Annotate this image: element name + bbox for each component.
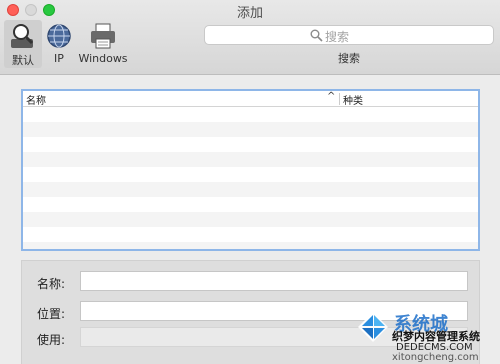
column-divider[interactable] [339, 93, 340, 105]
name-label: 名称: [37, 277, 66, 291]
toolbar-default-label: 默认 [12, 54, 34, 67]
watermark: 系统城 织梦内容管理系统 DEDECMS.COM xitongcheng.com [352, 304, 500, 364]
list-header: 名称 ^ 种类 [23, 91, 478, 107]
list-row[interactable] [23, 227, 478, 242]
list-row[interactable] [23, 152, 478, 167]
search-icon [310, 29, 323, 42]
watermark-url: xitongcheng.com [392, 352, 479, 363]
search-placeholder: 搜索 [325, 30, 350, 44]
list-row[interactable] [23, 122, 478, 137]
globe-icon [47, 24, 71, 48]
list-row[interactable] [23, 167, 478, 182]
search-input[interactable]: 搜索 [204, 25, 494, 45]
location-label: 位置: [37, 307, 66, 321]
list-row[interactable] [23, 197, 478, 212]
search-label: 搜索 [338, 52, 360, 65]
printer-icon [91, 23, 115, 49]
list-row[interactable] [23, 107, 478, 122]
column-header-name[interactable]: 名称 [26, 92, 46, 107]
toolbar-windows-label: Windows [78, 52, 128, 65]
sort-ascending-icon[interactable]: ^ [327, 91, 335, 102]
list-row[interactable] [23, 212, 478, 227]
list-row[interactable] [23, 137, 478, 152]
toolbar-ip-label: IP [54, 52, 64, 65]
toolbar-default-button[interactable]: 默认 [4, 20, 42, 68]
name-field[interactable] [80, 271, 468, 291]
default-printer-search-icon [11, 24, 34, 48]
list-row[interactable] [23, 242, 478, 249]
window-title: 添加 [236, 6, 263, 21]
windows-logo-icon [358, 312, 388, 342]
toolbar-ip-button[interactable]: IP [44, 20, 74, 68]
printer-list[interactable]: 名称 ^ 种类 [21, 89, 480, 251]
use-label: 使用: [37, 333, 66, 347]
window-toolbar: 添加 默认 IP Windows 搜索 搜索 [0, 0, 500, 75]
list-row[interactable] [23, 182, 478, 197]
column-header-kind[interactable]: 种类 [343, 92, 363, 107]
toolbar-windows-button[interactable]: Windows [77, 20, 129, 68]
